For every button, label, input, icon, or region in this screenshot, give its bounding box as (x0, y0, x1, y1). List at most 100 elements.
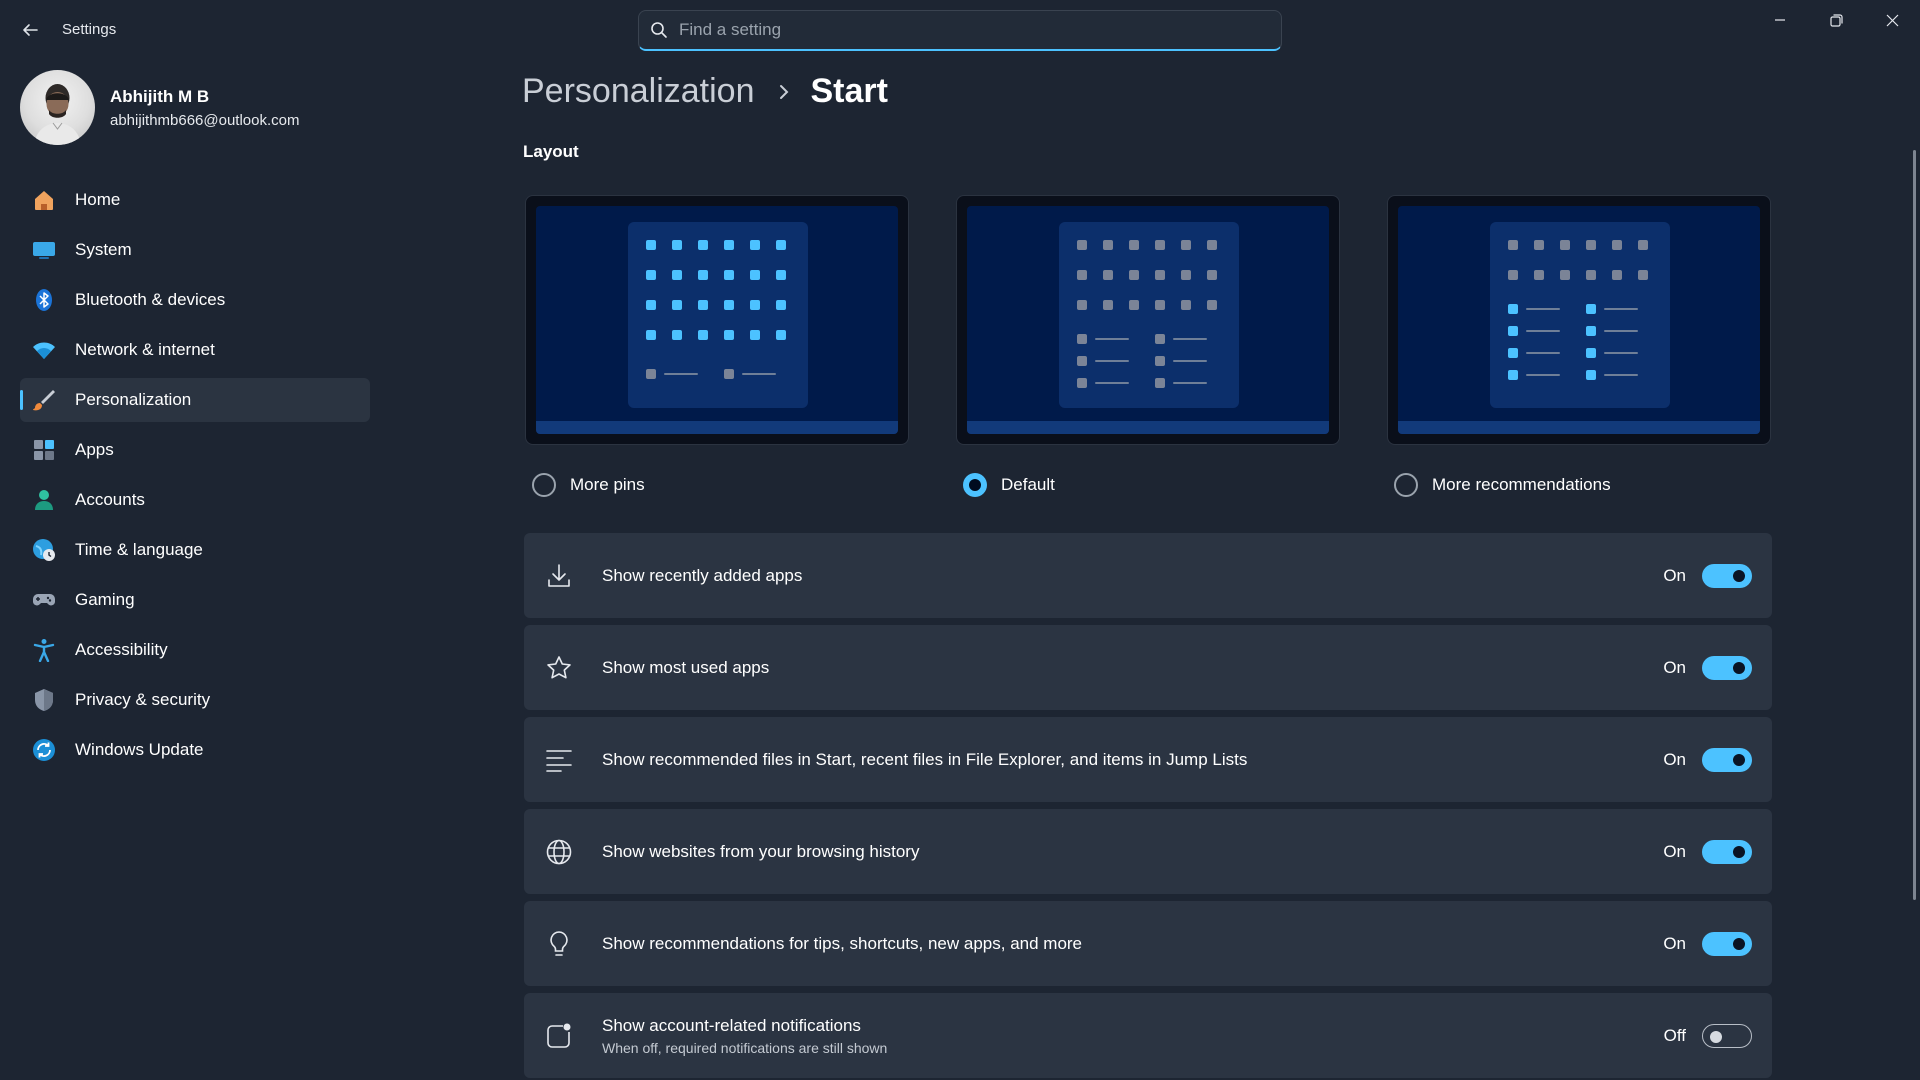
radio-button-more-pins[interactable] (532, 473, 556, 497)
list-icon (544, 745, 574, 775)
setting-recently-added-apps[interactable]: Show recently added apps On (524, 533, 1772, 618)
search-box[interactable] (638, 10, 1282, 51)
gamepad-icon (32, 588, 56, 612)
minimize-button[interactable] (1752, 0, 1808, 40)
layout-preview-more-recommendations[interactable] (1387, 195, 1771, 445)
sidebar-item-label: Privacy & security (75, 690, 211, 709)
notification-badge-icon (544, 1021, 574, 1051)
toggle-state-label: On (1663, 749, 1686, 769)
radio-button-more-recommendations[interactable] (1394, 473, 1418, 497)
download-icon (544, 561, 574, 591)
sidebar-item-network-internet[interactable]: Network & internet (20, 328, 370, 372)
sidebar-item-accessibility[interactable]: Accessibility (20, 628, 370, 672)
layout-option-default[interactable]: Default (963, 473, 1055, 497)
update-icon (32, 738, 56, 762)
layout-section-title: Layout (523, 142, 579, 161)
sidebar-item-label: Apps (75, 440, 114, 459)
home-icon (32, 188, 56, 212)
setting-title: Show recommendations for tips, shortcuts… (602, 933, 1083, 953)
search-icon (639, 21, 679, 39)
start-settings-list: Show recently added apps On Show most us… (524, 533, 1772, 1080)
window-controls (1752, 0, 1920, 40)
restore-button[interactable] (1808, 0, 1864, 40)
toggle-switch[interactable] (1702, 931, 1752, 956)
sidebar-item-time-language[interactable]: Time & language (20, 528, 370, 572)
setting-most-used-apps[interactable]: Show most used apps On (524, 625, 1772, 710)
radio-label: More pins (570, 475, 645, 494)
preview-screen (1398, 206, 1760, 434)
star-icon (544, 653, 574, 683)
accessibility-icon (32, 638, 56, 662)
person-icon (32, 488, 56, 512)
sidebar-item-label: Home (75, 190, 121, 209)
sidebar-item-gaming[interactable]: Gaming (20, 578, 370, 622)
sidebar-item-label: Personalization (75, 390, 192, 409)
preview-screen (967, 206, 1329, 434)
title-bar: Settings (0, 0, 1920, 60)
toggle-switch[interactable] (1702, 563, 1752, 588)
apps-icon (32, 438, 56, 462)
avatar (20, 70, 95, 145)
setting-recommended-files[interactable]: Show recommended files in Start, recent … (524, 717, 1772, 802)
start-menu-preview (628, 222, 808, 408)
lightbulb-icon (544, 929, 574, 959)
back-button[interactable] (14, 14, 46, 46)
close-icon (1886, 14, 1898, 26)
toggle-switch[interactable] (1702, 747, 1752, 772)
setting-browsing-history-websites[interactable]: Show websites from your browsing history… (524, 809, 1772, 894)
breadcrumb: Personalization Start (522, 72, 888, 111)
layout-preview-default[interactable] (956, 195, 1340, 445)
sidebar-item-label: Network & internet (75, 340, 215, 359)
sidebar-item-label: Accessibility (75, 640, 168, 659)
setting-title: Show recommended files in Start, recent … (602, 749, 1248, 769)
sidebar-item-label: Windows Update (75, 740, 204, 759)
profile-name: Abhijith M B (110, 87, 210, 106)
scrollbar[interactable] (1913, 150, 1916, 900)
taskbar-preview (536, 421, 898, 434)
sidebar-item-label: Accounts (75, 490, 145, 509)
radio-label: More recommendations (1432, 475, 1611, 494)
sidebar-item-windows-update[interactable]: Windows Update (20, 728, 370, 772)
sidebar-item-system[interactable]: System (20, 228, 370, 272)
toggle-switch[interactable] (1702, 839, 1752, 864)
sidebar-item-accounts[interactable]: Accounts (20, 478, 370, 522)
setting-account-notifications[interactable]: Show account-related notifications When … (524, 993, 1772, 1078)
sidebar-nav: Home System Bluetooth & devices Network … (20, 178, 370, 778)
sidebar-item-privacy-security[interactable]: Privacy & security (20, 678, 370, 722)
setting-title: Show recently added apps (602, 565, 803, 585)
close-button[interactable] (1864, 0, 1920, 40)
radio-label: Default (1001, 475, 1055, 494)
setting-title: Show most used apps (602, 657, 770, 677)
taskbar-preview (967, 421, 1329, 434)
sidebar-item-personalization[interactable]: Personalization (20, 378, 370, 422)
chevron-right-icon (778, 83, 790, 101)
layout-option-more-recommendations[interactable]: More recommendations (1394, 473, 1611, 497)
layout-options: More pins Default More recommendations (525, 195, 1771, 505)
toggle-switch[interactable] (1702, 1023, 1752, 1048)
radio-button-default[interactable] (963, 473, 987, 497)
toggle-state-label: On (1663, 565, 1686, 585)
wifi-icon (32, 338, 56, 362)
start-menu-preview (1490, 222, 1670, 408)
system-icon (32, 238, 56, 262)
shield-icon (32, 688, 56, 712)
search-input[interactable] (679, 20, 1281, 40)
layout-option-more-pins[interactable]: More pins (532, 473, 645, 497)
profile-email: abhijithmb666@outlook.com (110, 112, 300, 129)
globe-clock-icon (32, 538, 56, 562)
toggle-state-label: On (1663, 933, 1686, 953)
sidebar-item-label: Bluetooth & devices (75, 290, 226, 309)
back-arrow-icon (23, 24, 38, 36)
setting-title: Show account-related notifications (602, 1015, 861, 1035)
start-menu-preview (1059, 222, 1239, 408)
layout-preview-more-pins[interactable] (525, 195, 909, 445)
breadcrumb-parent[interactable]: Personalization (522, 72, 754, 111)
sidebar-item-bluetooth-devices[interactable]: Bluetooth & devices (20, 278, 370, 322)
setting-title: Show websites from your browsing history (602, 841, 920, 861)
sidebar-item-label: System (75, 240, 132, 259)
setting-tips-recommendations[interactable]: Show recommendations for tips, shortcuts… (524, 901, 1772, 986)
user-profile[interactable]: Abhijith M B abhijithmb666@outlook.com (20, 70, 380, 146)
sidebar-item-home[interactable]: Home (20, 178, 370, 222)
toggle-switch[interactable] (1702, 655, 1752, 680)
sidebar-item-apps[interactable]: Apps (20, 428, 370, 472)
